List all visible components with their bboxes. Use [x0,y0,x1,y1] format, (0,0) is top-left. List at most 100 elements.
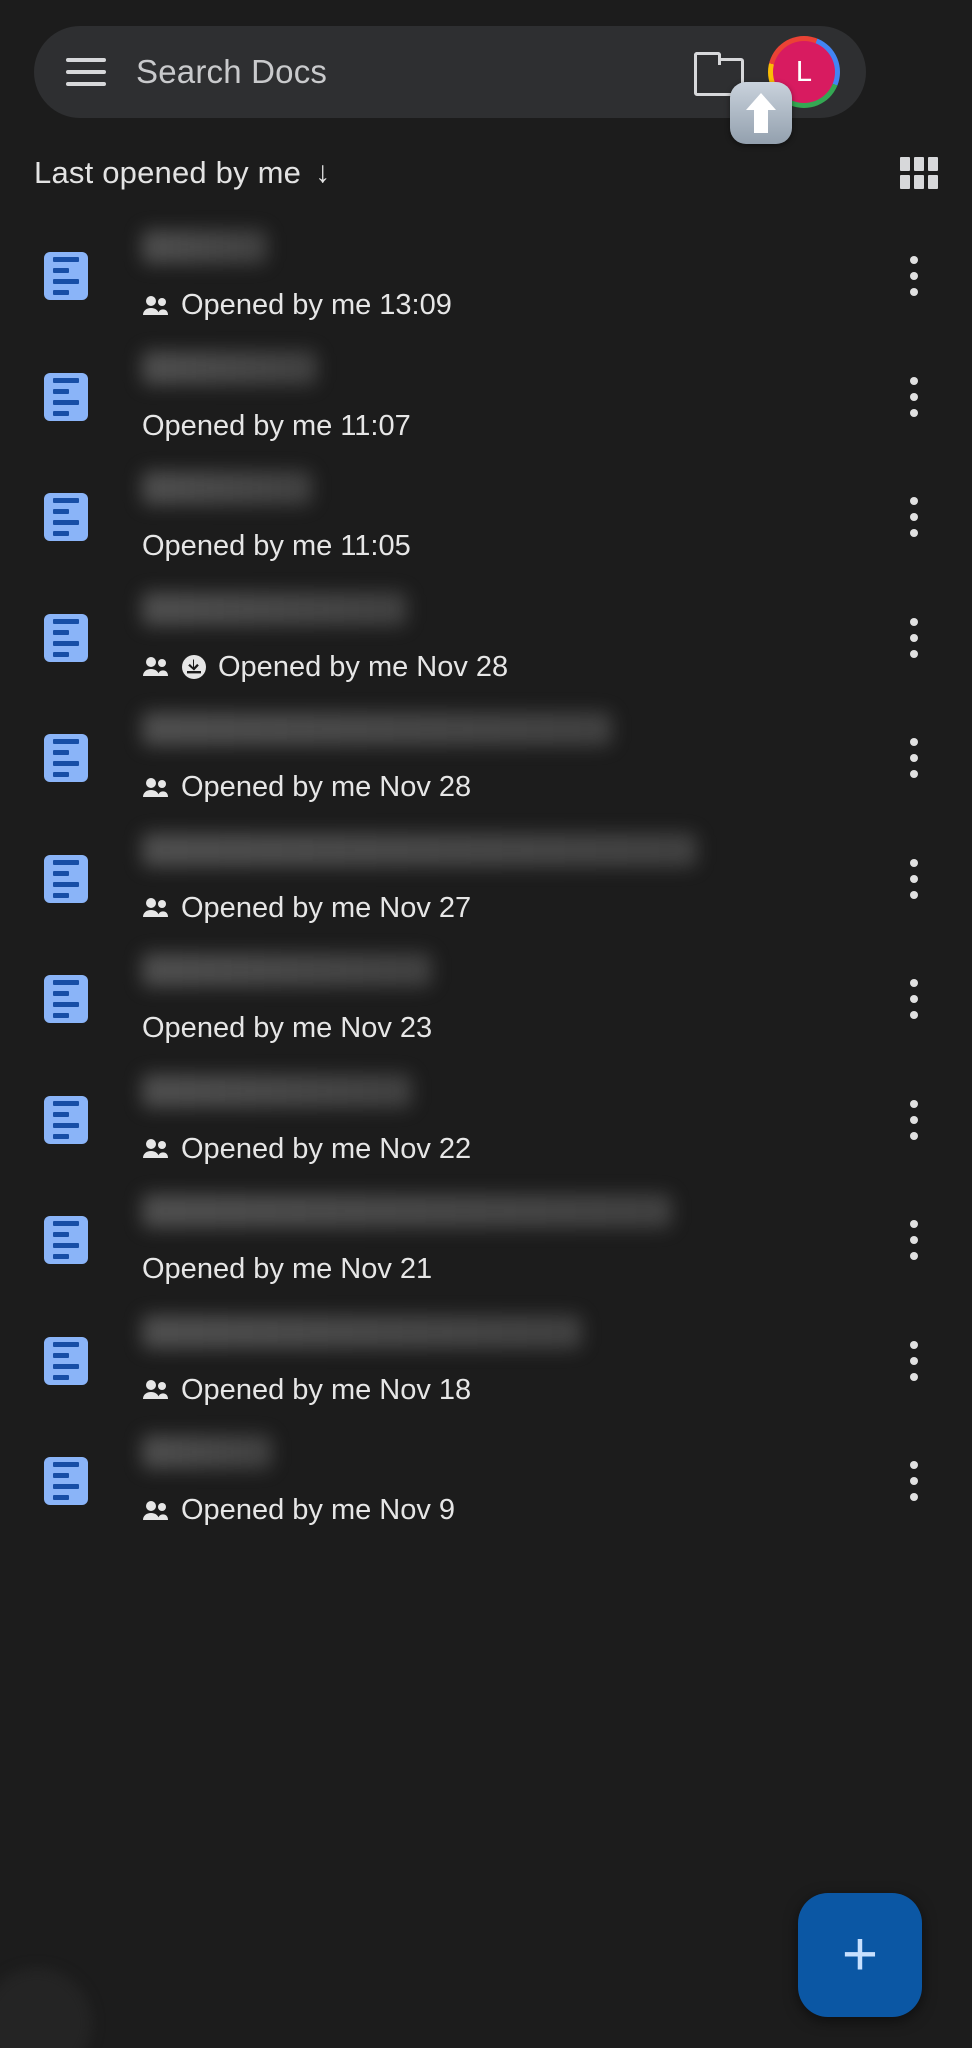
sort-direction-arrow-icon: ↓ [315,156,331,189]
plus-icon: + [841,1920,879,1989]
document-list: Opened by me 13:09 Opened by me 11:07 Open… [0,216,972,1542]
grid-view-icon[interactable] [900,157,938,189]
document-title [142,712,612,747]
shared-people-icon [142,1138,170,1160]
document-row[interactable]: Opened by me Nov 22 [0,1060,972,1181]
hamburger-line [66,70,106,74]
kebab-menu-icon[interactable] [890,728,938,788]
document-subtitle-row: Opened by me Nov 9 [142,1494,455,1527]
document-subtitle-row: Opened by me 11:07 [142,410,411,443]
document-row[interactable]: Opened by me Nov 9 [0,1421,972,1542]
shared-people-icon [142,656,170,678]
sort-row: Last opened by me ↓ [0,143,972,203]
document-subtitle-row: Opened by me Nov 28 [142,771,471,804]
document-subtitle: Opened by me 13:09 [181,289,452,322]
document-subtitle: Opened by me 11:05 [142,530,411,563]
document-subtitle: Opened by me Nov 18 [181,1373,472,1406]
google-docs-icon [44,613,88,662]
new-document-fab[interactable]: + [798,1893,922,2017]
sort-label: Last opened by me [34,155,302,190]
shared-people-icon [142,777,170,799]
document-title [142,832,697,867]
document-title [142,953,432,988]
background-blob [0,1968,92,2048]
kebab-menu-icon[interactable] [890,246,938,306]
kebab-menu-icon[interactable] [890,1090,938,1150]
app-screen: Search Docs L Last opened by me ↓ Opened… [0,0,972,2048]
document-subtitle-row: Opened by me Nov 28 [142,651,508,684]
document-title [142,350,317,385]
document-subtitle: Opened by me Nov 22 [181,1132,472,1165]
hamburger-line [66,82,106,86]
document-subtitle-row: Opened by me Nov 21 [142,1253,432,1286]
document-info: Opened by me 11:07 [142,349,872,445]
google-docs-icon [44,1095,88,1144]
document-subtitle: Opened by me Nov 27 [181,891,472,924]
document-title [142,1435,272,1470]
document-info: Opened by me Nov 27 [142,831,872,927]
document-row[interactable]: Opened by me Nov 28 [0,578,972,699]
document-subtitle-row: Opened by me Nov 18 [142,1374,471,1407]
document-subtitle-row: Opened by me Nov 23 [142,1012,432,1045]
document-row[interactable]: Opened by me Nov 27 [0,819,972,940]
search-input[interactable]: Search Docs [136,53,694,91]
sort-button[interactable]: Last opened by me ↓ [34,155,330,191]
document-info: Opened by me Nov 23 [142,951,872,1047]
kebab-menu-icon[interactable] [890,849,938,909]
document-subtitle-row: Opened by me 13:09 [142,289,452,322]
folder-icon[interactable] [694,52,744,96]
google-docs-icon [44,252,88,301]
document-subtitle: Opened by me Nov 9 [181,1494,456,1527]
hamburger-menu-icon[interactable] [66,58,106,86]
hamburger-line [66,58,106,62]
document-subtitle-row: Opened by me Nov 27 [142,892,471,925]
document-title [142,1194,672,1229]
kebab-menu-icon[interactable] [890,487,938,547]
kebab-menu-icon[interactable] [890,367,938,427]
document-subtitle: Opened by me 11:07 [142,409,411,442]
up-arrow-cursor-icon [730,82,792,144]
document-info: Opened by me Nov 9 [142,1433,872,1529]
kebab-menu-icon[interactable] [890,969,938,1029]
document-row[interactable]: Opened by me Nov 21 [0,1180,972,1301]
kebab-menu-icon[interactable] [890,608,938,668]
google-docs-icon [44,1216,88,1265]
shared-people-icon [142,295,170,317]
document-info: Opened by me Nov 22 [142,1072,872,1168]
document-subtitle-row: Opened by me 11:05 [142,530,411,563]
google-docs-icon [44,734,88,783]
google-docs-icon [44,1457,88,1506]
document-title [142,471,312,506]
google-docs-icon [44,493,88,542]
document-info: Opened by me 13:09 [142,228,872,324]
document-title [142,230,267,265]
google-docs-icon [44,372,88,421]
document-row[interactable]: Opened by me 11:05 [0,457,972,578]
available-offline-icon [181,654,207,680]
document-title [142,1073,412,1108]
document-info: Opened by me Nov 28 [142,590,872,686]
document-info: Opened by me Nov 18 [142,1313,872,1409]
document-info: Opened by me Nov 21 [142,1192,872,1288]
kebab-menu-icon[interactable] [890,1451,938,1511]
document-row[interactable]: Opened by me 13:09 [0,216,972,337]
google-docs-icon [44,854,88,903]
kebab-menu-icon[interactable] [890,1331,938,1391]
document-title [142,1314,582,1349]
shared-people-icon [142,897,170,919]
document-info: Opened by me Nov 28 [142,710,872,806]
document-row[interactable]: Opened by me Nov 28 [0,698,972,819]
document-title [142,591,407,626]
kebab-menu-icon[interactable] [890,1210,938,1270]
document-subtitle: Opened by me Nov 28 [181,771,472,804]
google-docs-icon [44,1336,88,1385]
document-subtitle-row: Opened by me Nov 22 [142,1133,471,1166]
document-row[interactable]: Opened by me Nov 23 [0,939,972,1060]
document-subtitle: Opened by me Nov 28 [218,650,509,683]
document-row[interactable]: Opened by me 11:07 [0,337,972,458]
google-docs-icon [44,975,88,1024]
document-info: Opened by me 11:05 [142,469,872,565]
document-subtitle: Opened by me Nov 21 [142,1253,433,1286]
document-row[interactable]: Opened by me Nov 18 [0,1301,972,1422]
shared-people-icon [142,1379,170,1401]
